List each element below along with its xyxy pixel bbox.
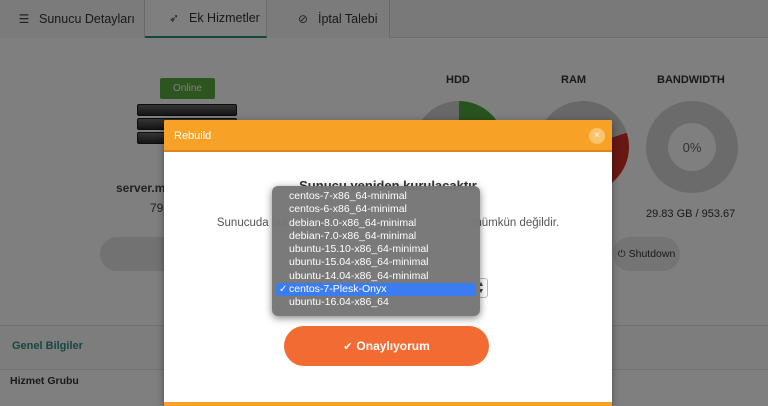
os-dropdown-menu: centos-7-x86_64-minimal centos-6-x86_64-… [272, 186, 480, 316]
os-option[interactable]: ubuntu-14.04-x86_64-minimal [272, 270, 480, 283]
confirm-button[interactable]: ✔ Onaylıyorum [284, 326, 489, 366]
os-option-label: centos-7-Plesk-Onyx [289, 283, 387, 296]
bandwidth-percent: 0% [682, 140, 702, 155]
check-icon: ✔ [343, 340, 353, 353]
os-option[interactable]: ubuntu-15.04-x86_64-minimal [272, 256, 480, 269]
modal-header: Rebuild × [164, 120, 612, 152]
os-option[interactable]: ubuntu-15.10-x86_64-minimal [272, 243, 480, 256]
os-option[interactable]: centos-7-x86_64-minimal [272, 190, 480, 203]
os-option-selected[interactable]: ✓ centos-7-Plesk-Onyx [276, 283, 476, 297]
checkmark-icon: ✓ [279, 284, 288, 296]
confirm-label: Onaylıyorum [356, 339, 430, 353]
os-option[interactable]: ubuntu-16.04-x86_64 [272, 296, 480, 309]
close-icon[interactable]: × [589, 128, 605, 144]
modal-message-right: mümkün değildir. [472, 217, 560, 229]
modal-title: Rebuild [174, 130, 212, 142]
os-option[interactable]: debian-7.0-x86_64-minimal [272, 230, 480, 243]
modal-footer-bar [164, 402, 612, 406]
os-option[interactable]: centos-6-x86_64-minimal [272, 203, 480, 216]
os-option[interactable]: debian-8.0-x86_64-minimal [272, 217, 480, 230]
